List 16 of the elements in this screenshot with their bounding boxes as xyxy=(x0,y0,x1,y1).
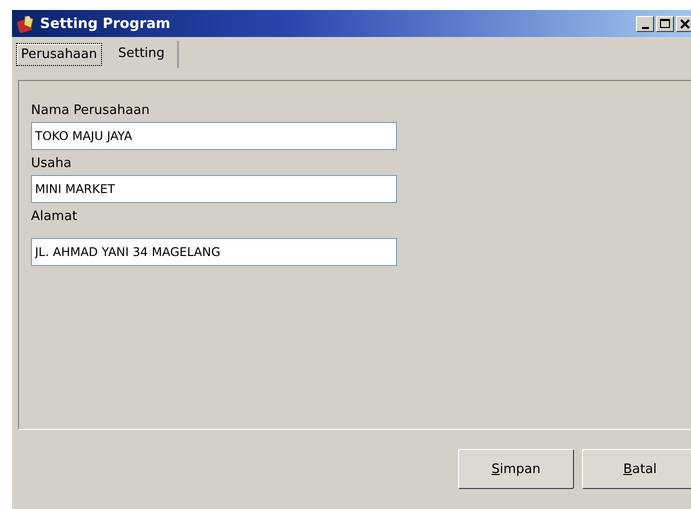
minimize-button[interactable] xyxy=(636,16,654,32)
field-label: Alamat xyxy=(31,209,78,224)
tab[interactable]: Perusahaan xyxy=(16,43,102,66)
maximize-button[interactable] xyxy=(656,16,674,32)
dialog-button[interactable]: Simpan xyxy=(458,449,574,489)
app-icon xyxy=(16,14,36,34)
minimize-icon xyxy=(642,26,648,28)
input-field[interactable]: MINI MARKET xyxy=(31,175,397,203)
input-field[interactable]: TOKO MAJU JAYA xyxy=(31,122,397,150)
maximize-icon xyxy=(660,18,670,28)
field-label: Usaha xyxy=(31,156,72,171)
close-icon xyxy=(680,18,690,28)
window-title: Setting Program xyxy=(40,16,172,32)
field-label: Nama Perusahaan xyxy=(31,103,151,118)
close-button[interactable] xyxy=(676,16,691,32)
dialog-button[interactable]: Batal xyxy=(582,449,691,489)
